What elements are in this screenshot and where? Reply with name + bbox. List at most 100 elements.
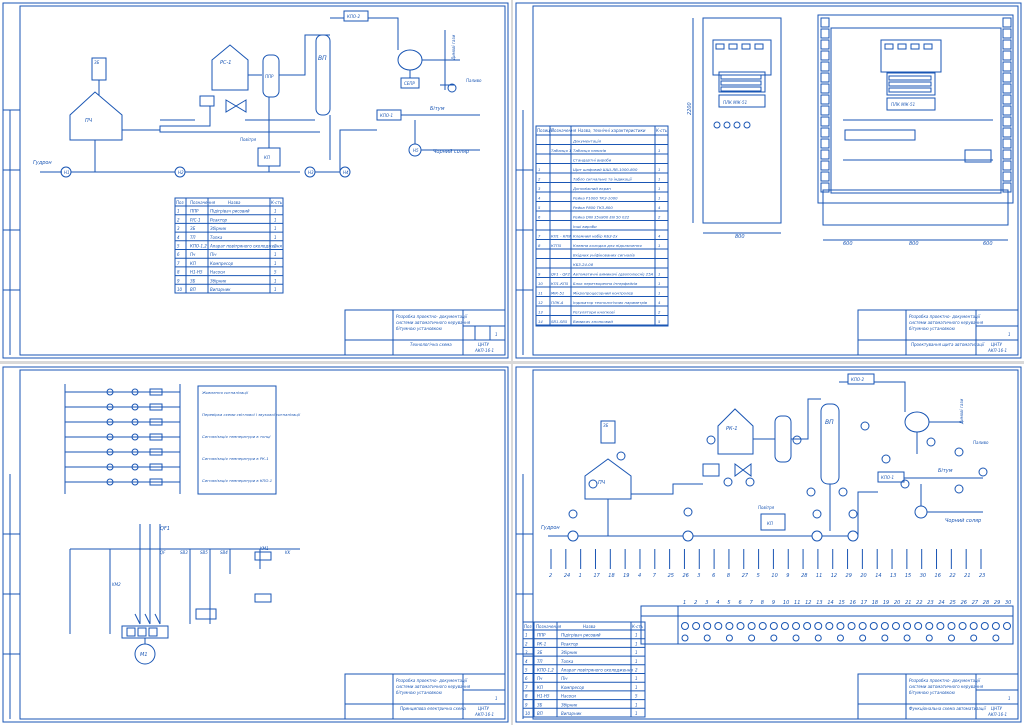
band-instrument-3 bbox=[714, 622, 723, 630]
sheet2-row-15-col-2: Блок перетворення інтерфейсів bbox=[573, 281, 638, 286]
band-instrument-19 bbox=[891, 622, 900, 630]
reactor-rs1 bbox=[211, 44, 249, 91]
sheet1-row-9-col-2: Випарник bbox=[210, 287, 231, 292]
label-sb3: SB3 bbox=[180, 550, 188, 555]
label-motor: M1 bbox=[140, 652, 148, 658]
sheet-functional-scheme: Гудрон ПЧ ЗБ РК-1 КП Повітря ВП КПО-2 КП… bbox=[513, 364, 1024, 725]
top-num-17: 18 bbox=[872, 600, 878, 606]
f-label-air: Повітря bbox=[758, 505, 775, 510]
sheet3-stamp: Розробка проектно- документації системи … bbox=[344, 673, 506, 720]
sheet1-row-6-col-0: 7 bbox=[177, 261, 180, 266]
s3-stamp-org: ЦНТУ bbox=[478, 706, 490, 711]
legend-item-0: Живлення сигналізації bbox=[201, 390, 249, 395]
sheet4-row-1-col-1: РК-1 bbox=[537, 641, 546, 646]
label-plc2: ПЛК МІК-51 bbox=[891, 102, 915, 107]
sheet1-row-2-col-1: ЗБ bbox=[190, 226, 196, 231]
sheet1-row-8-col-0: 9 bbox=[177, 278, 180, 283]
sheet2-row-18-col-0: 13 bbox=[538, 310, 543, 315]
sheet2-row-10-col-0: 7 bbox=[538, 234, 541, 239]
top-num-18: 19 bbox=[883, 600, 889, 606]
bottom-num-16: 9 bbox=[786, 573, 789, 579]
s2-stamp-t3: бітумною установкою bbox=[909, 326, 956, 331]
sheet2-stamp: Розробка проектно- документації системи … bbox=[857, 309, 1019, 356]
bottom-num-8: 25 bbox=[668, 573, 674, 579]
label-vp: ВП bbox=[318, 55, 327, 62]
top-num-8: 9 bbox=[772, 600, 775, 606]
t4-h-qty: К-сть bbox=[632, 624, 644, 629]
top-num-20: 21 bbox=[905, 600, 911, 606]
sheet2-row-13-col-2: КБЗ-24-08 bbox=[573, 262, 594, 267]
bottom-num-23: 13 bbox=[890, 573, 896, 579]
band-instrument-25 bbox=[958, 622, 967, 630]
label-sb4: SB4 bbox=[220, 550, 228, 555]
top-num-2: 3 bbox=[705, 600, 708, 606]
s1-stamp-t1: Розробка проектно- документації bbox=[396, 314, 468, 319]
sheet4-row-9-col-2: Випарник bbox=[561, 711, 582, 716]
label-kk: KK bbox=[285, 550, 291, 555]
band-actuator-4 bbox=[725, 634, 733, 642]
band-instrument-12 bbox=[814, 622, 823, 630]
panel-inner-view bbox=[817, 14, 1014, 204]
f-label-out-gas: Димові гази bbox=[959, 398, 964, 425]
column-f bbox=[774, 415, 792, 463]
sheet1-row-5-col-1: Пч bbox=[190, 252, 196, 257]
top-num-26: 27 bbox=[972, 600, 979, 606]
s3-stamp-t2: системи автоматичного керування bbox=[396, 684, 471, 689]
label-qf1: QF1 bbox=[160, 526, 170, 532]
band-instrument-17 bbox=[869, 622, 878, 630]
sheet4-row-7-col-2: Насоси bbox=[561, 694, 576, 699]
sheet2-row-18-col-3: 2 bbox=[658, 310, 661, 315]
top-num-13: 14 bbox=[827, 600, 833, 606]
sheet2-row-5-col-3: 1 bbox=[658, 186, 660, 191]
bottom-num-28: 21 bbox=[964, 573, 970, 579]
t4-h-name: Назва bbox=[583, 624, 596, 629]
sheet1-row-5-col-3: 1 bbox=[274, 252, 277, 257]
sheet1-row-6-col-1: КП bbox=[190, 261, 196, 266]
legend-item-4: Сигналізація температури в КПО-1 bbox=[202, 478, 272, 483]
label-kpo2: КПО-2 bbox=[347, 14, 360, 19]
s2-stamp-no: 1 bbox=[1008, 332, 1011, 337]
instrument-1 bbox=[588, 479, 598, 489]
sheet2-row-16-col-1: МІК-51 bbox=[551, 291, 564, 296]
sheet2-row-1-col-1: Таблиця 1 bbox=[551, 148, 571, 153]
sheet-control-panel: 2200 800 ПЛК МІК-51 600 800 600 ПЛК МІК-… bbox=[513, 0, 1024, 361]
sheet4-row-2-col-3: 1 bbox=[635, 650, 638, 655]
band-instrument-20 bbox=[903, 622, 912, 630]
top-num-4: 5 bbox=[727, 600, 730, 606]
band-instrument-28 bbox=[991, 622, 1000, 630]
s2-stamp-t1: Розробка проектно- документації bbox=[909, 314, 981, 319]
sheet4-row-6-col-1: КП bbox=[537, 685, 543, 690]
dim-w2: 600 bbox=[843, 241, 853, 247]
functional-drawing: Гудрон ПЧ ЗБ РК-1 КП Повітря ВП КПО-2 КП… bbox=[515, 366, 1022, 723]
sheet1-row-7-col-3: 5 bbox=[274, 270, 277, 275]
sheet4-row-7-col-1: Н1-Н5 bbox=[537, 694, 550, 699]
sheet2-row-5-col-2: Допоміжний екран bbox=[572, 186, 611, 191]
sheet2-row-17-col-2: Індикатор технологічних параметрів bbox=[573, 300, 648, 305]
top-num-11: 12 bbox=[805, 600, 811, 606]
label-n4: Н4 bbox=[343, 170, 349, 175]
sheet2-row-1-col-2: Таблиця написів bbox=[573, 148, 607, 153]
sheet2-row-10-col-1: КП1 - КП8 bbox=[551, 234, 571, 239]
s1-stamp-t3: бітумною установкою bbox=[396, 326, 443, 331]
bottom-num-5: 19 bbox=[623, 573, 629, 579]
bottom-num-14: 5 bbox=[757, 573, 760, 579]
band-instrument-24 bbox=[947, 622, 956, 630]
dim-w3: 800 bbox=[909, 241, 919, 247]
sheet4-row-7-col-0: 8 bbox=[525, 694, 528, 699]
panel-drawing: 2200 800 ПЛК МІК-51 600 800 600 ПЛК МІК-… bbox=[515, 2, 1022, 359]
sheet4-row-4-col-3: 2 bbox=[635, 668, 638, 673]
sheet4-row-5-col-3: 1 bbox=[635, 676, 638, 681]
sheet2-row-17-col-3: 4 bbox=[658, 300, 661, 305]
band-actuator-12 bbox=[814, 634, 822, 642]
s1-stamp-org: ЦНТУ bbox=[478, 342, 490, 347]
sheet4-row-6-col-2: Компресор bbox=[561, 685, 585, 690]
bottom-num-7: 7 bbox=[653, 573, 657, 579]
s3-stamp-t1: Розробка проектно- документації bbox=[396, 678, 468, 683]
instrument-10 bbox=[838, 487, 848, 497]
s2-stamp-group: АКП-16-1 bbox=[987, 348, 1007, 353]
instrument-0 bbox=[568, 509, 578, 519]
top-num-19: 20 bbox=[894, 600, 900, 606]
band-instrument-1 bbox=[692, 622, 701, 630]
sheet1-row-1-col-0: 2 bbox=[177, 217, 180, 222]
bottom-num-6: 4 bbox=[638, 573, 641, 579]
